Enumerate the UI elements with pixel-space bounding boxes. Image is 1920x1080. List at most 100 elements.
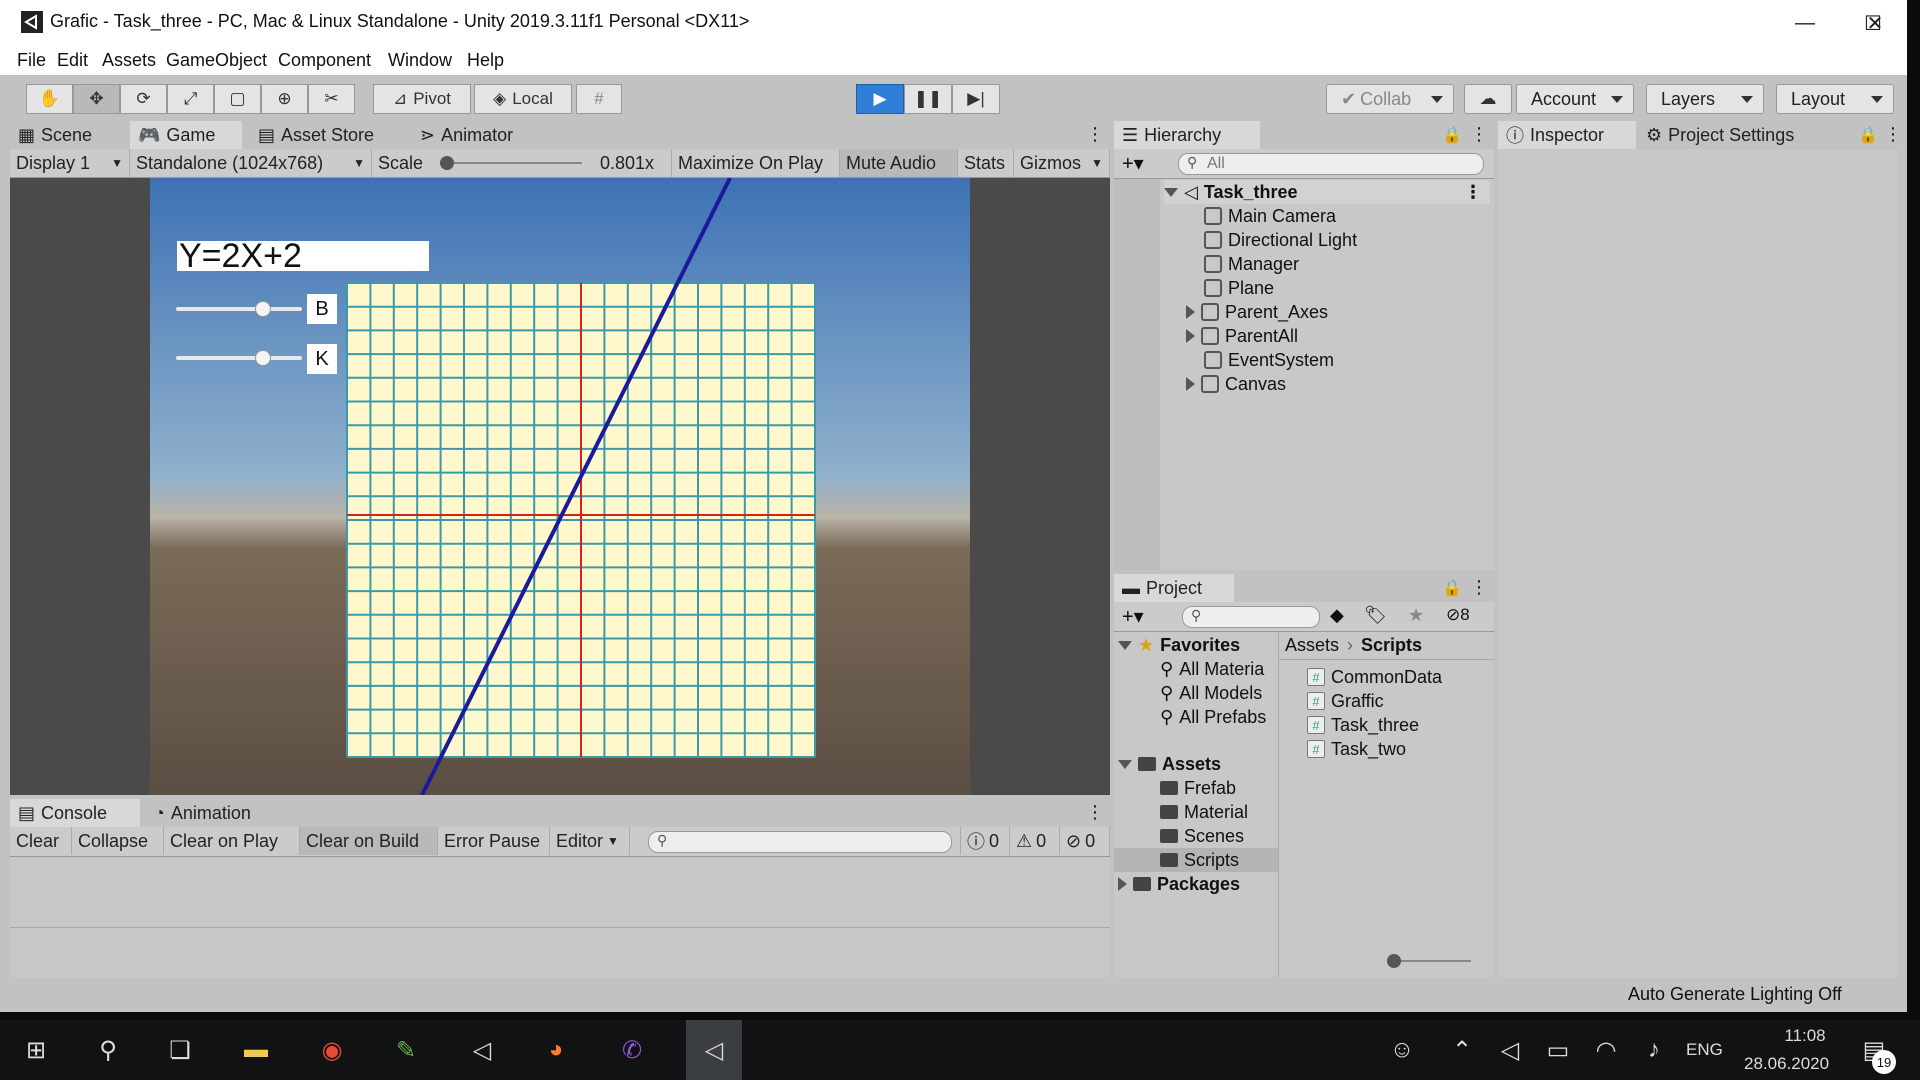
favorite-item[interactable]: ⚲ All Prefabs bbox=[1160, 705, 1266, 729]
console-log-area[interactable] bbox=[10, 857, 1110, 977]
tab-scene[interactable]: ▦ Scene bbox=[10, 121, 130, 149]
stats-toggle[interactable]: Stats bbox=[958, 149, 1014, 177]
layout-dropdown[interactable]: Layout bbox=[1776, 84, 1894, 114]
hierarchy-item[interactable]: Manager bbox=[1204, 252, 1299, 276]
console-search-input[interactable]: ⚲ bbox=[648, 831, 952, 853]
add-icon[interactable]: +▾ bbox=[1122, 151, 1144, 176]
clock-date[interactable]: 28.06.2020 bbox=[1744, 1054, 1829, 1074]
info-count-toggle[interactable]: ⓘ 0 bbox=[960, 827, 1010, 855]
folder-item[interactable]: Frefab bbox=[1160, 776, 1236, 800]
tab-asset-store[interactable]: ▤ Asset Store bbox=[250, 121, 410, 149]
notepad-icon[interactable]: ✎ bbox=[386, 1030, 426, 1070]
kebab-menu-icon[interactable]: ⋮ bbox=[1086, 124, 1104, 145]
pause-button[interactable]: ❚❚ bbox=[904, 84, 952, 114]
favorite-star-icon[interactable]: ★ bbox=[1408, 605, 1424, 626]
hierarchy-item[interactable]: Parent_Axes bbox=[1186, 300, 1328, 324]
breadcrumb-root[interactable]: Assets bbox=[1285, 635, 1339, 656]
warning-count-toggle[interactable]: ⚠ 0 bbox=[1010, 827, 1060, 855]
kebab-menu-icon[interactable]: ⋮ bbox=[1086, 802, 1104, 823]
scene-root-row[interactable]: ◁ Task_three ⋮ bbox=[1164, 180, 1490, 204]
menu-window[interactable]: Window bbox=[388, 50, 452, 71]
script-item[interactable]: # Graffic bbox=[1307, 689, 1384, 713]
script-item[interactable]: # Task_three bbox=[1307, 713, 1419, 737]
lock-icon[interactable]: 🔒 bbox=[1858, 125, 1878, 145]
clear-on-build-toggle[interactable]: Clear on Build bbox=[300, 827, 438, 855]
filter-label-icon[interactable]: 🏷 bbox=[1364, 605, 1387, 626]
local-button[interactable]: ◈ Local bbox=[474, 84, 572, 114]
chevron-up-icon[interactable]: ⌃ bbox=[1442, 1030, 1482, 1070]
chrome-icon[interactable]: ◉ bbox=[312, 1030, 352, 1070]
firefox-icon[interactable]: ◕ bbox=[536, 1030, 576, 1070]
scale-tool-icon[interactable]: ⤢ bbox=[167, 84, 214, 114]
game-view[interactable]: Y=2X+2 B K bbox=[150, 178, 970, 795]
menu-file[interactable]: File bbox=[17, 50, 46, 71]
menu-component[interactable]: Component bbox=[278, 50, 371, 71]
lock-icon[interactable]: 🔒 bbox=[1442, 578, 1462, 598]
volume-icon[interactable]: ♪ bbox=[1634, 1030, 1674, 1070]
task-view-icon[interactable]: ❏ bbox=[160, 1030, 200, 1070]
hand-tool-icon[interactable]: ✋ bbox=[26, 84, 73, 114]
rect-tool-icon[interactable]: ▢ bbox=[214, 84, 261, 114]
move-tool-icon[interactable]: ✥ bbox=[73, 84, 120, 114]
favorite-item[interactable]: ⚲ All Models bbox=[1160, 681, 1262, 705]
play-button[interactable]: ▶ bbox=[856, 84, 904, 114]
minimize-button[interactable]: — bbox=[1770, 0, 1840, 46]
mute-audio-toggle[interactable]: Mute Audio bbox=[840, 149, 958, 177]
windows-start-icon[interactable]: ⊞ bbox=[16, 1030, 56, 1070]
hierarchy-item[interactable]: ParentAll bbox=[1186, 324, 1298, 348]
expand-arrow-icon[interactable] bbox=[1186, 377, 1195, 391]
kebab-menu-icon[interactable]: ⋮ bbox=[1884, 124, 1902, 145]
hierarchy-item[interactable]: EventSystem bbox=[1204, 348, 1334, 372]
tab-inspector[interactable]: ⓘ Inspector bbox=[1498, 121, 1636, 149]
collab-dropdown[interactable]: ✔ Collab bbox=[1326, 84, 1454, 114]
icon-size-slider-thumb[interactable] bbox=[1387, 954, 1401, 968]
folder-item[interactable]: Material bbox=[1160, 800, 1248, 824]
scale-slider-thumb[interactable] bbox=[440, 156, 454, 170]
error-count-toggle[interactable]: ⊘ 0 bbox=[1060, 827, 1110, 855]
expand-arrow-icon[interactable] bbox=[1186, 329, 1195, 343]
search-icon[interactable]: ⚲ bbox=[88, 1030, 128, 1070]
unity-hub-icon[interactable]: ◁ bbox=[462, 1030, 502, 1070]
favorites-row[interactable]: ★ Favorites bbox=[1118, 633, 1240, 657]
script-item[interactable]: # CommonData bbox=[1307, 665, 1442, 689]
editor-dropdown[interactable]: Editor ▼ bbox=[550, 827, 630, 855]
lighting-status[interactable]: Auto Generate Lighting Off bbox=[1628, 984, 1842, 1005]
gizmos-toggle[interactable]: Gizmos ▼ bbox=[1014, 149, 1110, 177]
hierarchy-item[interactable]: Main Camera bbox=[1204, 204, 1336, 228]
project-search-input[interactable]: ⚲ bbox=[1182, 606, 1320, 628]
favorite-item[interactable]: ⚲ All Materia bbox=[1160, 657, 1264, 681]
packages-folder-row[interactable]: Packages bbox=[1118, 872, 1240, 896]
folder-item[interactable]: Scenes bbox=[1160, 824, 1244, 848]
maximize-on-play-toggle[interactable]: Maximize On Play bbox=[672, 149, 840, 177]
grid-snap-icon[interactable]: # bbox=[576, 84, 622, 114]
hierarchy-item[interactable]: Directional Light bbox=[1204, 228, 1357, 252]
breadcrumb-current[interactable]: Scripts bbox=[1361, 635, 1422, 656]
language-indicator[interactable]: ENG bbox=[1686, 1040, 1723, 1060]
add-icon[interactable]: +▾ bbox=[1122, 604, 1144, 629]
tab-project[interactable]: ▬ Project bbox=[1114, 574, 1234, 602]
hierarchy-item[interactable]: Plane bbox=[1204, 276, 1274, 300]
clear-on-play-toggle[interactable]: Clear on Play bbox=[164, 827, 300, 855]
unity-editor-icon[interactable]: ◁ bbox=[686, 1020, 742, 1080]
tab-hierarchy[interactable]: ☰ Hierarchy bbox=[1114, 121, 1260, 149]
resolution-dropdown[interactable]: Standalone (1024x768) ▼ bbox=[130, 149, 372, 177]
people-icon[interactable]: ☺ bbox=[1382, 1030, 1422, 1070]
kebab-menu-icon[interactable]: ⋮ bbox=[1470, 577, 1488, 598]
kebab-menu-icon[interactable]: ⋮ bbox=[1470, 124, 1488, 145]
account-dropdown[interactable]: Account bbox=[1516, 84, 1634, 114]
hidden-packages-toggle[interactable]: ⊘8 bbox=[1446, 605, 1470, 625]
clear-button[interactable]: Clear bbox=[10, 827, 72, 855]
assets-folder-row[interactable]: Assets bbox=[1118, 752, 1221, 776]
clock-time[interactable]: 11:08 bbox=[1764, 1026, 1846, 1046]
transform-tool-icon[interactable]: ⊕ bbox=[261, 84, 308, 114]
cloud-button[interactable]: ☁ bbox=[1464, 84, 1512, 114]
scale-slider-track[interactable] bbox=[442, 162, 582, 164]
layers-dropdown[interactable]: Layers bbox=[1646, 84, 1764, 114]
rotate-tool-icon[interactable]: ⟳ bbox=[120, 84, 167, 114]
expand-arrow-icon[interactable] bbox=[1186, 305, 1195, 319]
menu-gameobject[interactable]: GameObject bbox=[166, 50, 267, 71]
menu-assets[interactable]: Assets bbox=[102, 50, 156, 71]
custom-tool-icon[interactable]: ✂ bbox=[308, 84, 355, 114]
script-item[interactable]: # Task_two bbox=[1307, 737, 1406, 761]
kebab-menu-icon[interactable]: ⋮ bbox=[1464, 182, 1482, 203]
